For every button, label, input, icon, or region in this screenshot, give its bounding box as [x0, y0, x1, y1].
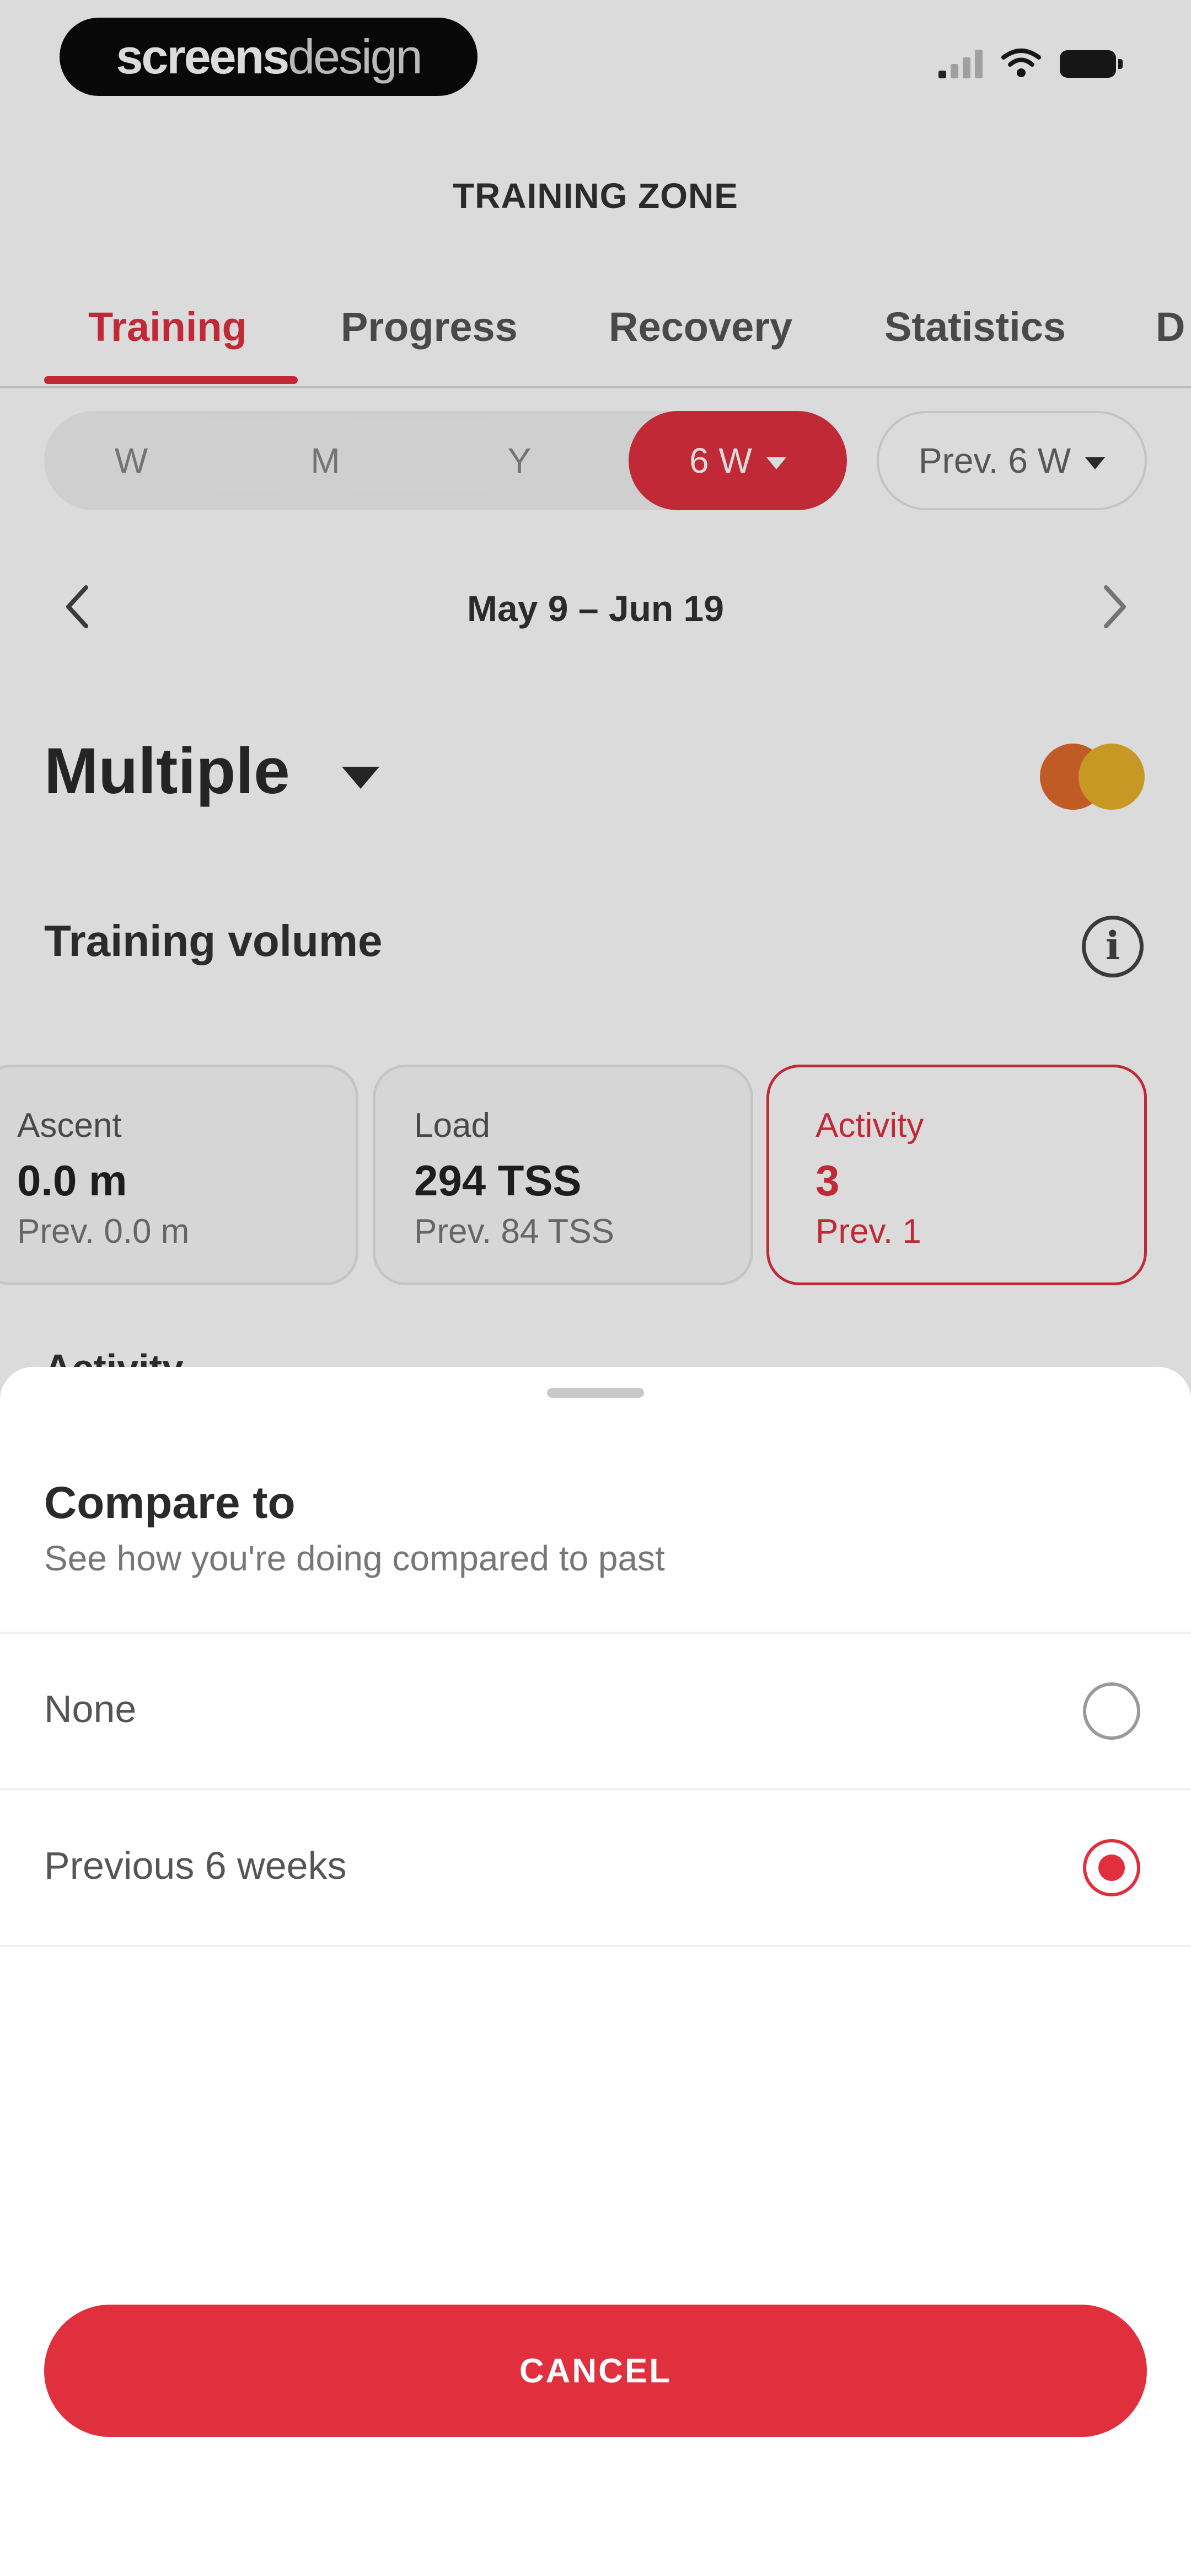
screen: screensdesign TRAINING ZONE Training Pro…	[0, 0, 1191, 2576]
sheet-title: Compare to	[44, 1478, 296, 1528]
radio-button[interactable]	[1083, 1682, 1140, 1740]
compare-bottom-sheet: Compare to See how you're doing compared…	[0, 1367, 1191, 2576]
compare-option-previous-6-weeks[interactable]: Previous 6 weeks	[0, 1788, 1191, 1947]
radio-button-selected[interactable]	[1083, 1839, 1140, 1896]
option-label: None	[44, 1687, 137, 1730]
compare-option-none[interactable]: None	[0, 1632, 1191, 1788]
cancel-button[interactable]: CANCEL	[44, 2305, 1147, 2437]
option-label: Previous 6 weeks	[44, 1844, 347, 1887]
sheet-drag-handle[interactable]	[547, 1388, 644, 1398]
sheet-subtitle: See how you're doing compared to past	[44, 1538, 665, 1578]
